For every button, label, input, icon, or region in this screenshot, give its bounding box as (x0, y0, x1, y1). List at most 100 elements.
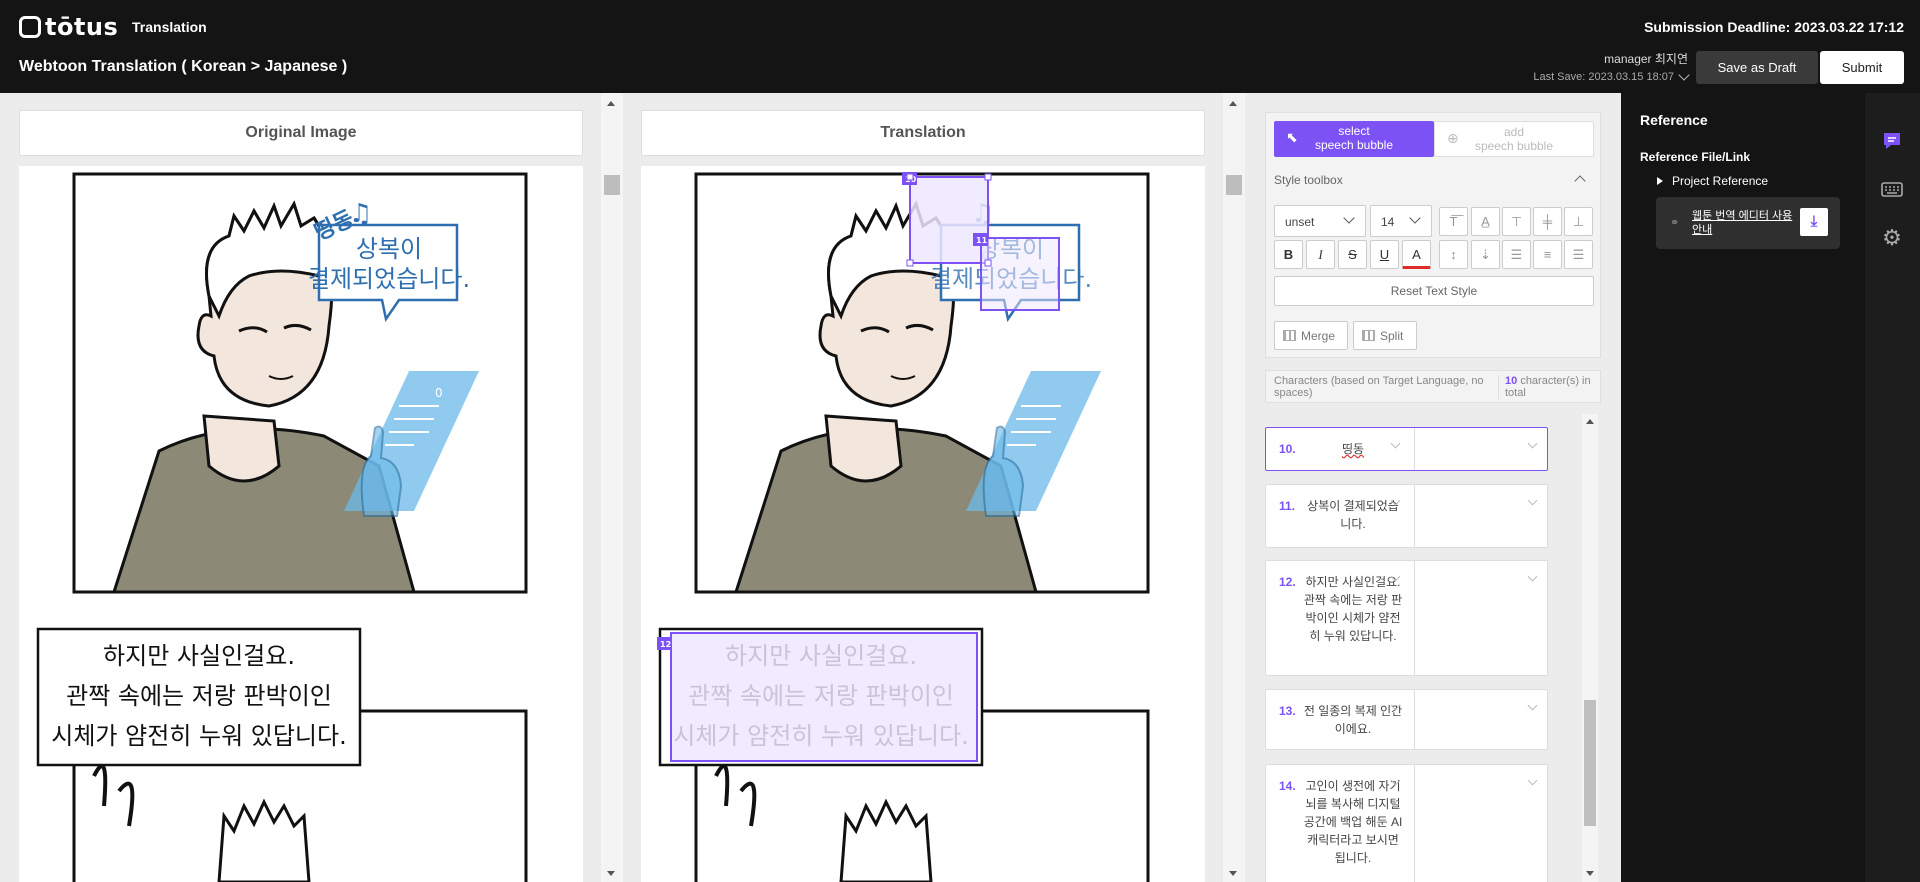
scroll-up-icon[interactable] (1229, 101, 1237, 106)
download-icon[interactable]: ⤓ (1800, 208, 1828, 236)
keyboard-icon[interactable] (1879, 178, 1905, 204)
submission-deadline: Submission Deadline: 2023.03.22 17:12 (1644, 19, 1904, 35)
merge-button[interactable]: Merge (1274, 321, 1348, 350)
segment-row-14[interactable]: 14. 고인이 생전에 자기 뇌를 복사해 디지털 공간에 백업 해둔 AI 캐… (1265, 764, 1548, 882)
segment-list: 10. 띵동 11. 상복이 결제되었습니다. 12. 하지만 사실인걸요. 관… (1265, 414, 1585, 882)
scroll-thumb[interactable] (604, 175, 620, 195)
reference-file-link-heading: Reference File/Link (1640, 150, 1751, 164)
manager-name: manager 최지연 (1604, 52, 1688, 66)
chevron-down-icon[interactable] (1527, 438, 1538, 449)
last-save-text: Last Save: 2023.03.15 18:07 (1533, 71, 1674, 83)
caption-line2: 관짝 속에는 저랑 판박이인 (66, 682, 332, 710)
character-count-label: Characters (based on Target Language, no… (1274, 375, 1484, 399)
segment-source: 고인이 생전에 자기 뇌를 복사해 디지털 공간에 백업 해둔 AI 캐릭터라고… (1303, 779, 1403, 865)
scroll-down-icon[interactable] (1229, 871, 1237, 876)
character-count-bar: Characters (based on Target Language, no… (1265, 370, 1601, 403)
scroll-thumb[interactable] (1584, 700, 1596, 826)
chevron-down-icon[interactable] (1527, 775, 1538, 786)
segment-source: 상복이 결제되었습니다. (1307, 499, 1399, 531)
chevron-down-icon[interactable] (1527, 571, 1538, 582)
segment-row-10[interactable]: 10. 띵동 (1265, 427, 1548, 471)
expand-triangle-icon[interactable] (1657, 177, 1663, 185)
bubble1-line1: 상복이 (356, 235, 422, 263)
reference-title: Reference (1640, 112, 1708, 128)
letter-spacing-icon[interactable]: ↕ (1439, 240, 1468, 269)
segment-row-11[interactable]: 11. 상복이 결제되었습니다. (1265, 484, 1548, 548)
translation-comic-art: 상복이 결제되었습니다. ♫ 10 11 12 하지만 사실인걸요. 관짝 속에… (657, 172, 1150, 882)
comment-icon[interactable] (1879, 130, 1905, 156)
logo-text: tōtus (45, 13, 119, 41)
select-speech-bubble-button[interactable]: ⬉ select speech bubble (1274, 121, 1434, 157)
translation-image-panel: Translation 상복이 결제되었습니다. ♫ 10 11 (641, 110, 1205, 882)
align-bottom-icon[interactable]: ⊥ (1564, 207, 1593, 236)
totus-logo[interactable]: tōtus (19, 13, 118, 41)
caption-line1: 하지만 사실인걸요. (725, 642, 917, 670)
align-top-icon[interactable]: ⊤ (1502, 207, 1531, 236)
save-draft-button[interactable]: Save as Draft (1696, 51, 1818, 84)
scroll-up-icon[interactable] (1586, 419, 1594, 424)
bold-icon[interactable]: B (1274, 240, 1303, 269)
svg-text:♫: ♫ (349, 199, 372, 229)
scroll-thumb[interactable] (1226, 175, 1242, 195)
font-size-select[interactable]: 14 (1370, 205, 1432, 237)
link-icon: ⚭ (1670, 217, 1680, 229)
translation-scrollbar[interactable] (1223, 93, 1245, 882)
merge-icon (1283, 330, 1296, 341)
project-title: Webtoon Translation ( Korean > Japanese … (19, 58, 348, 75)
segment-source: 하지만 사실인걸요. 관짝 속에는 저랑 판박이인 시체가 얌전히 누워 있답니… (1303, 575, 1403, 643)
original-comic-art: 0 상복이 결제되었습니다. 띵동 ♫ 하지만 사실인걸요. 관짝 속에는 저랑… (36, 172, 528, 882)
text-color-icon[interactable]: A (1402, 240, 1431, 269)
character-count-value: 10 character(s) in total (1498, 375, 1598, 399)
caption-line1: 하지만 사실인걸요. (103, 642, 295, 670)
reference-link-card: ⚭ 웹툰 번역 에디터 사용 안내 ⤓ (1656, 197, 1840, 249)
text-shadow-icon[interactable]: A̲ (1471, 207, 1500, 236)
chevron-down-icon (1678, 69, 1690, 81)
style-tools-panel: ⬉ select speech bubble ⊕ add speech bubb… (1265, 112, 1601, 358)
nav-translation[interactable]: Translation (132, 19, 207, 35)
add-speech-bubble-button[interactable]: ⊕ add speech bubble (1434, 121, 1594, 157)
bubble-box-10[interactable] (909, 176, 989, 264)
translation-title: Translation (641, 110, 1205, 156)
submit-button[interactable]: Submit (1820, 51, 1904, 84)
split-button[interactable]: Split (1353, 321, 1417, 350)
chevron-down-icon[interactable] (1527, 700, 1538, 711)
cursor-icon: ⬉ (1286, 129, 1298, 145)
caption-line3: 시체가 얌전히 누워 있답니다. (673, 722, 968, 750)
split-icon (1362, 330, 1375, 341)
reset-text-style-button[interactable]: Reset Text Style (1274, 276, 1594, 306)
chevron-up-icon[interactable] (1574, 175, 1586, 187)
reference-panel: Reference Reference File/Link Project Re… (1621, 93, 1865, 882)
scroll-down-icon[interactable] (607, 871, 615, 876)
segment-row-12[interactable]: 12. 하지만 사실인걸요. 관짝 속에는 저랑 판박이인 시체가 얌전히 누워… (1265, 560, 1548, 676)
project-reference-toggle[interactable]: Project Reference (1672, 174, 1768, 188)
strikethrough-icon[interactable]: S (1338, 240, 1367, 269)
last-save-dropdown[interactable]: Last Save: 2023.03.15 18:07 (1533, 69, 1690, 83)
line-height-icon[interactable]: ⇣ (1471, 240, 1500, 269)
original-scrollbar[interactable] (601, 93, 623, 882)
bubble-box-11[interactable] (980, 237, 1060, 311)
scroll-up-icon[interactable] (607, 101, 615, 106)
original-image-panel: Original Image 0 상복이 결제되었습니다. 띵동 ♫ 하지만 사… (19, 110, 583, 882)
underline-icon[interactable]: U (1370, 240, 1399, 269)
font-family-select[interactable]: unset (1274, 205, 1366, 237)
box-label-12: 12 (660, 640, 671, 649)
italic-icon[interactable]: I (1306, 240, 1335, 269)
box-label-11: 11 (976, 236, 988, 245)
align-left-icon[interactable]: ☰ (1502, 240, 1531, 269)
segment-row-13[interactable]: 13. 전 일종의 복제 인간이에요. (1265, 689, 1548, 750)
top-bar: tōtus Translation Webtoon Translation ( … (0, 0, 1920, 93)
style-toolbox-title: Style toolbox (1274, 173, 1343, 187)
align-center-icon[interactable]: ≡ (1533, 240, 1562, 269)
original-comic-canvas[interactable]: 0 상복이 결제되었습니다. 띵동 ♫ 하지만 사실인걸요. 관짝 속에는 저랑… (19, 166, 583, 882)
side-icon-bar: ⚙ (1865, 93, 1920, 882)
superscript-icon[interactable]: T͞ (1439, 207, 1468, 236)
reference-link[interactable]: 웹툰 번역 에디터 사용 안내 (1692, 209, 1796, 237)
gear-icon[interactable]: ⚙ (1879, 225, 1905, 251)
align-right-icon[interactable]: ☰ (1564, 240, 1593, 269)
translation-comic-canvas[interactable]: 상복이 결제되었습니다. ♫ 10 11 12 하지만 사실인걸요. 관짝 속에… (641, 166, 1205, 882)
original-image-title: Original Image (19, 110, 583, 156)
segment-list-scrollbar[interactable] (1582, 414, 1598, 882)
scroll-down-icon[interactable] (1586, 871, 1594, 876)
align-middle-icon[interactable]: ╪ (1533, 207, 1562, 236)
chevron-down-icon[interactable] (1527, 495, 1538, 506)
